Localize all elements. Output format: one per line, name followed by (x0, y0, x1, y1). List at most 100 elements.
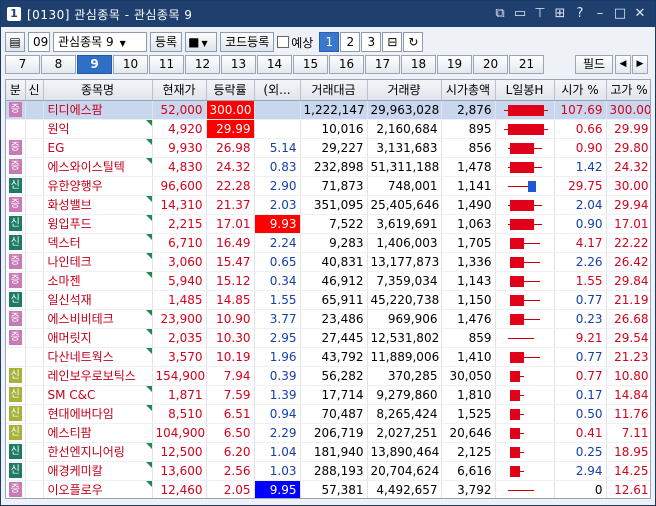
tab-9[interactable]: 9 (77, 55, 112, 74)
rate-cell: 10.90 (206, 309, 255, 329)
field-button[interactable]: 필드 (575, 55, 613, 74)
stock-name[interactable]: 에스와이스틸텍 (43, 157, 153, 177)
tab-14[interactable]: 14 (257, 55, 292, 74)
export-icon[interactable]: ⊟ (382, 32, 403, 52)
stock-name[interactable]: 일신석재 (43, 290, 153, 310)
code-register-button[interactable]: 코드등록 (220, 32, 275, 52)
table-row[interactable]: 다산네트웍스 3,570 10.19 1.96 43,792 11,889,006 1,41… (6, 347, 650, 367)
tab-7[interactable]: 7 (5, 55, 40, 74)
stock-name[interactable]: 윙입푸드 (43, 214, 153, 234)
table-row[interactable]: 신 덱스터 6,710 16.49 2.24 9,283 1,406,003 1,705 4.1… (6, 233, 650, 253)
stock-name[interactable]: 나인테크 (43, 252, 153, 272)
table-row[interactable]: 신 레인보우로보틱스 154,900 7.94 0.39 56,282 370,285 30,… (6, 366, 650, 386)
rate-cell: 10.19 (206, 347, 255, 367)
table-row[interactable]: 증 에스와이스틸텍 4,830 24.32 0.83 232,898 51,311,188 1… (6, 157, 650, 177)
restore-icon[interactable]: □ (611, 5, 629, 23)
stock-name[interactable]: 이오플로우 (43, 480, 153, 498)
close-icon[interactable]: ✕ (631, 5, 649, 23)
stock-name[interactable]: 레인보우로보틱스 (43, 366, 153, 386)
page-button-2[interactable]: 2 (340, 32, 361, 52)
tab-17[interactable]: 17 (365, 55, 400, 74)
foreign-cell: 0.65 (254, 252, 301, 272)
col-header-price[interactable]: 현재가 (152, 80, 207, 101)
forecast-checkbox[interactable]: 예상 (277, 34, 313, 51)
stock-name[interactable]: 애경케미칼 (43, 461, 153, 481)
link-icon[interactable]: ⧉ (491, 5, 509, 23)
register-button[interactable]: 등록 (150, 32, 183, 52)
stock-name[interactable]: 원익 (43, 119, 153, 139)
view-select-button[interactable]: ■ ▼ (185, 32, 218, 52)
tab-18[interactable]: 18 (401, 55, 436, 74)
table-row[interactable]: 증 나인테크 3,060 15.47 0.65 40,831 13,177,873 1,336… (6, 252, 650, 272)
table-row[interactable]: 증 화성밸브 14,310 21.37 2.03 351,095 25,405,646 1,4… (6, 195, 650, 215)
checkbox-box[interactable] (277, 36, 290, 48)
table-row[interactable]: 증 EG 9,930 26.98 5.14 29,227 3,131,683 856 0.90 2… (6, 138, 650, 158)
stock-name[interactable]: EG (43, 138, 153, 158)
tab-13[interactable]: 13 (221, 55, 256, 74)
table-row[interactable]: 신 애경케미칼 13,600 2.56 1.03 288,193 20,704,624 6,6… (6, 461, 650, 481)
tab-12[interactable]: 12 (185, 55, 220, 74)
stock-name[interactable]: 유한양행우 (43, 176, 153, 196)
help-icon[interactable]: ? (571, 5, 589, 23)
table-row[interactable]: 신 SM C&C 1,871 7.59 1.39 17,714 9,279,860 1,810… (6, 385, 650, 405)
col-header-amount[interactable]: 거래대금 (300, 80, 368, 101)
stock-name[interactable]: 화성밸브 (43, 195, 153, 215)
stock-name[interactable]: 소마젠 (43, 271, 153, 291)
table-row[interactable]: 증 애머릿지 2,035 10.30 2.95 27,445 12,531,802 859 9.… (6, 328, 650, 348)
col-header-high-rate[interactable]: 고가 % (606, 80, 650, 101)
table-row[interactable]: 신 윙입푸드 2,215 17.01 9.93 7,522 3,619,691 1,063 0.… (6, 214, 650, 234)
stock-name[interactable]: 다산네트웍스 (43, 347, 153, 367)
col-header-open-rate[interactable]: 시가 % (554, 80, 607, 101)
col-header-rate[interactable]: 등락률 (206, 80, 255, 101)
table-row[interactable]: 원익 4,920 29.99 10,016 2,160,684 895 0.66 29.99 (6, 119, 650, 139)
tab-11[interactable]: 11 (149, 55, 184, 74)
tab-10[interactable]: 10 (113, 55, 148, 74)
stock-name[interactable]: 에스티팜 (43, 423, 153, 443)
tab-8[interactable]: 8 (41, 55, 76, 74)
table-row[interactable]: 신 한선엔지니어링 12,500 6.20 1.04 181,940 13,890,464 2… (6, 442, 650, 462)
stock-name[interactable]: 티디에스팜 (43, 100, 153, 120)
col-header-name[interactable]: 종목명 (43, 80, 153, 101)
table-row[interactable]: 증 에스비비테크 23,900 10.90 3.77 23,486 969,906 1,476… (6, 309, 650, 329)
col-header-foreign[interactable]: (외... (254, 80, 301, 101)
grid-icon[interactable]: ⊞ (551, 5, 569, 23)
group-number-field[interactable]: 09 (28, 32, 50, 52)
tab-20[interactable]: 20 (473, 55, 508, 74)
table-row[interactable]: 증 티디에스팜 52,000 300.00 1,222,147 29,963,028 2,8… (6, 100, 650, 120)
stock-name[interactable]: 에스비비테크 (43, 309, 153, 329)
group-list-icon[interactable]: ▤ (5, 32, 25, 52)
table-row[interactable]: 신 일신석재 1,485 14.85 1.55 65,911 45,220,738 1,150… (6, 290, 650, 310)
stock-name[interactable]: 애머릿지 (43, 328, 153, 348)
stock-name[interactable]: 한선엔지니어링 (43, 442, 153, 462)
candle-body (509, 256, 524, 268)
price-cell: 52,000 (152, 100, 207, 120)
window-icon[interactable]: ▭ (511, 5, 529, 23)
tab-21[interactable]: 21 (509, 55, 544, 74)
table-row[interactable]: 신 현대에버다임 8,510 6.51 0.94 70,487 8,265,424 1,525… (6, 404, 650, 424)
table-row[interactable]: 신 에스티팜 104,900 6.50 2.29 206,719 2,027,251 20,6… (6, 423, 650, 443)
table-row[interactable]: 증 이오플로우 12,460 2.05 9.95 57,381 4,492,657 3,792… (6, 480, 650, 498)
tab-19[interactable]: 19 (437, 55, 472, 74)
col-header-volume[interactable]: 거래량 (367, 80, 442, 101)
col-header-market-cap[interactable]: 시가총액 (441, 80, 496, 101)
refresh-icon[interactable]: ↻ (403, 32, 424, 52)
col-header-division[interactable]: 분 (6, 80, 26, 101)
table-row[interactable]: 증 소마젠 5,940 15.12 0.34 46,912 7,359,034 1,143 1.… (6, 271, 650, 291)
table-row[interactable]: 신 유한양행우 96,600 22.28 2.90 71,873 748,001 1,141 2… (6, 176, 650, 196)
page-button-1[interactable]: 1 (319, 32, 340, 52)
minimize-icon[interactable]: – (591, 5, 609, 23)
tab-16[interactable]: 16 (329, 55, 364, 74)
division-cell: 신 (6, 290, 26, 310)
group-name-select[interactable]: 관심종목 9 ▼ (53, 32, 147, 52)
tab-prev-icon[interactable]: ◀ (615, 55, 631, 74)
col-header-daily-candle[interactable]: L일봉H (495, 80, 555, 101)
stock-name[interactable]: SM C&C (43, 385, 153, 405)
col-header-credit[interactable]: 신 (25, 80, 44, 101)
stock-name[interactable]: 현대에버다임 (43, 404, 153, 424)
tab-next-icon[interactable]: ▶ (632, 55, 648, 74)
candle-cell (495, 100, 555, 120)
page-button-3[interactable]: 3 (361, 32, 382, 52)
pin-icon[interactable]: ⊤ (531, 5, 549, 23)
tab-15[interactable]: 15 (293, 55, 328, 74)
stock-name[interactable]: 덱스터 (43, 233, 153, 253)
